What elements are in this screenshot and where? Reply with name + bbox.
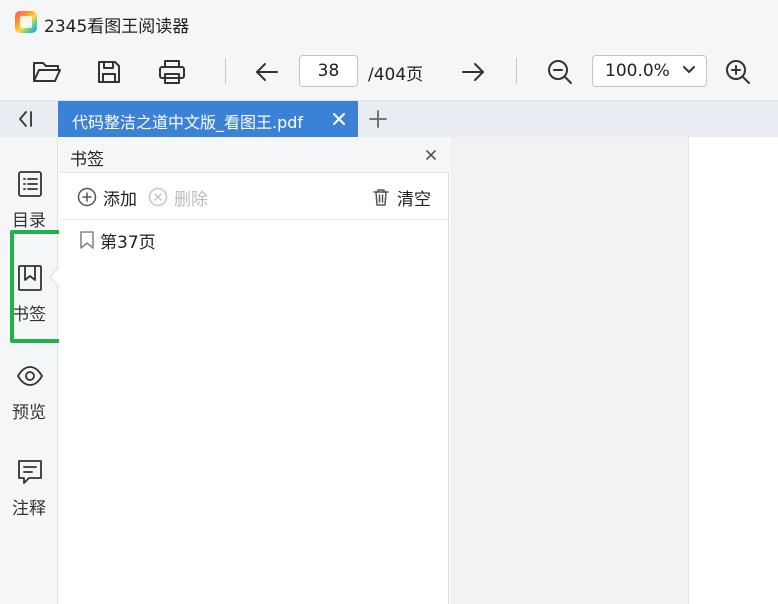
sidebar-item-annotation[interactable]: 注释 [0, 458, 58, 546]
add-label: 添加 [103, 189, 137, 210]
trash-icon [373, 189, 389, 206]
add-bookmark-button[interactable]: 添加 [77, 185, 137, 210]
zoom-value: 100.0% [605, 61, 670, 81]
close-icon[interactable] [423, 147, 439, 163]
sidebar-item-label: 预览 [12, 403, 46, 423]
bookmark-icon [18, 265, 42, 291]
eye-icon [16, 366, 44, 386]
bookmark-icon [80, 231, 94, 249]
bookmark-panel-header: 书签 [59, 137, 449, 173]
tab-document[interactable]: 代码整洁之道中文版_看图王.pdf [58, 101, 358, 137]
comment-icon [18, 460, 42, 484]
bookmark-list-item[interactable]: 第37页 [79, 228, 156, 253]
tab-bar: 代码整洁之道中文版_看图王.pdf [0, 100, 778, 137]
collapse-sidebar-icon[interactable] [14, 108, 36, 130]
document-viewport[interactable] [450, 137, 778, 604]
print-icon[interactable] [154, 55, 190, 89]
sidebar-item-label: 目录 [12, 211, 46, 231]
toolbar-separator [516, 58, 517, 84]
chevron-down-icon [683, 66, 695, 73]
close-icon[interactable] [330, 110, 348, 128]
arrow-left-icon[interactable] [249, 55, 285, 89]
page-number-input[interactable] [299, 55, 358, 87]
zoom-out-icon[interactable] [542, 55, 578, 89]
app-title: 2345看图王阅读器 [44, 17, 190, 37]
list-icon [18, 171, 42, 197]
sidebar-item-label: 注释 [12, 499, 46, 519]
folder-open-icon[interactable] [29, 55, 65, 89]
app-logo-icon [15, 11, 37, 33]
page-total-label: /404页 [368, 65, 424, 85]
remove-circle-icon [148, 187, 168, 207]
sidebar-item-toc[interactable]: 目录 [0, 170, 58, 258]
arrow-right-icon[interactable] [455, 55, 491, 89]
plus-icon[interactable] [367, 108, 389, 130]
bookmark-actions: 添加 删除 清空 [59, 173, 449, 220]
toolbar: /404页 100.0% [0, 46, 778, 100]
sidebar-item-label: 书签 [12, 305, 46, 325]
panel-title: 书签 [70, 150, 104, 170]
clear-bookmarks-button[interactable]: 清空 [371, 185, 431, 210]
plus-circle-icon [77, 187, 97, 207]
zoom-select[interactable]: 100.0% [592, 55, 707, 87]
delete-bookmark-button[interactable]: 删除 [148, 185, 208, 210]
clear-label: 清空 [397, 189, 431, 210]
save-icon[interactable] [91, 55, 127, 89]
toolbar-separator [225, 58, 226, 84]
tab-document-label: 代码整洁之道中文版_看图王.pdf [72, 113, 304, 132]
sidebar-item-preview[interactable]: 预览 [0, 362, 58, 450]
document-page [688, 137, 778, 604]
title-bar: 2345看图王阅读器 [0, 0, 778, 46]
sidebar-rail: 目录 书签 预览 注释 [0, 137, 58, 604]
zoom-in-icon[interactable] [720, 55, 756, 89]
bookmark-label: 第37页 [100, 232, 156, 253]
delete-label: 删除 [174, 189, 208, 210]
bookmark-panel: 书签 添加 删除 清空 第37页 [59, 137, 449, 604]
